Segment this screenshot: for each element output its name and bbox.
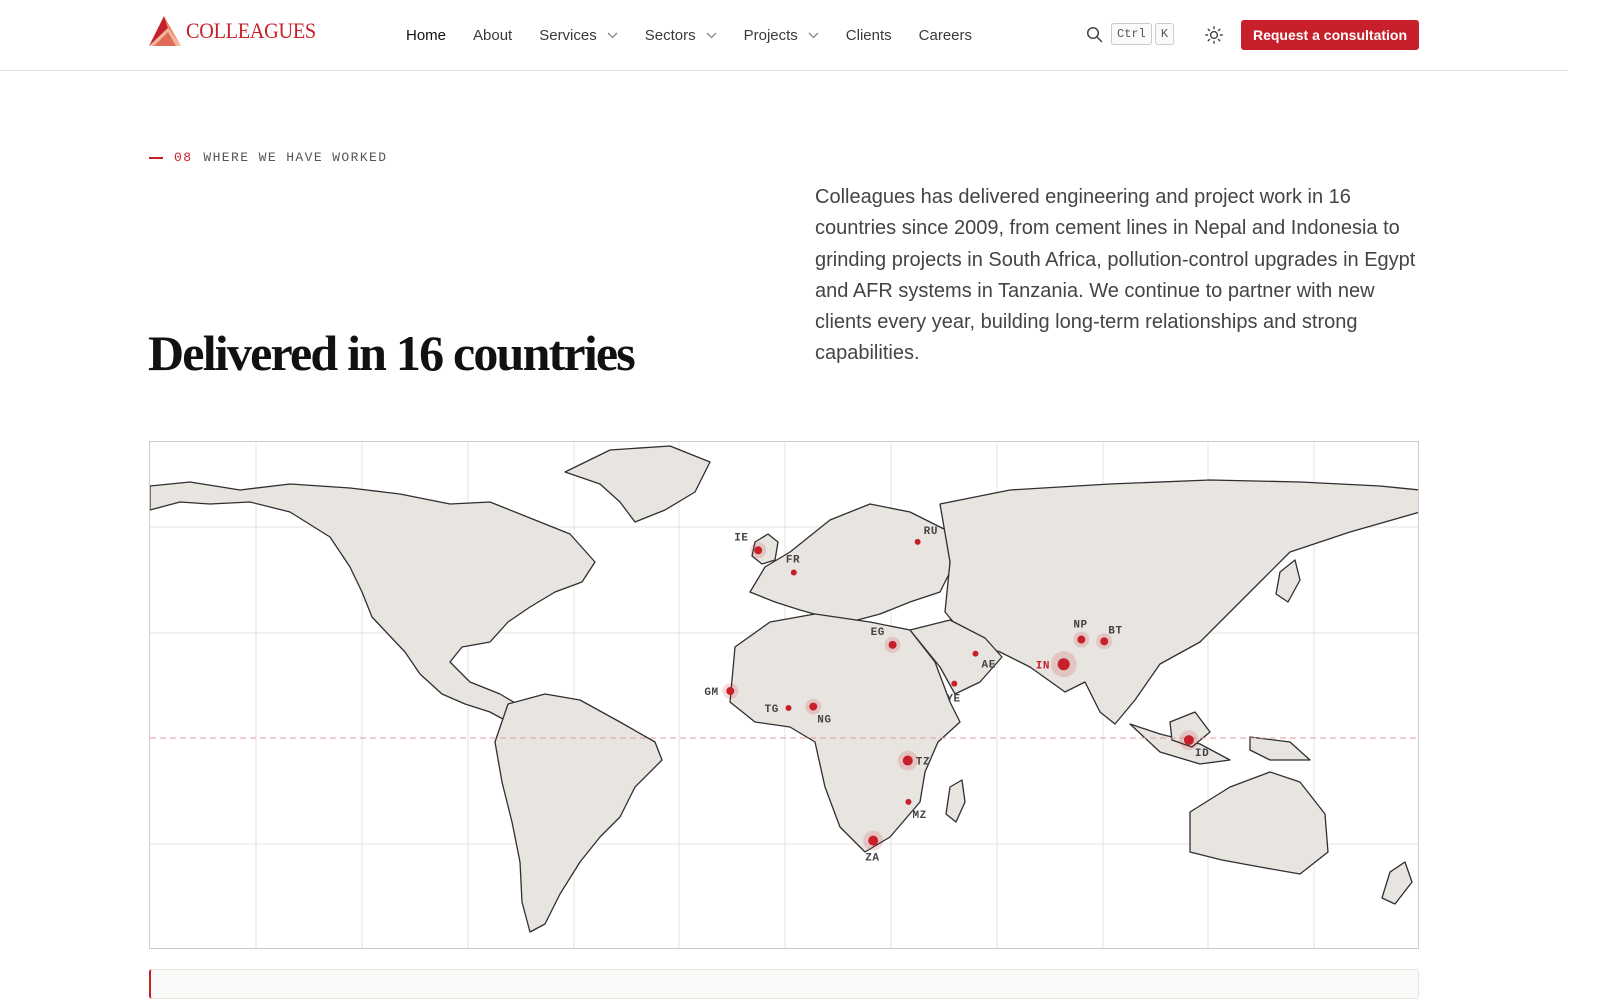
primary-nav: Home About Services Sectors Projects Cli… (406, 0, 999, 70)
nav-item-services[interactable]: Services (539, 27, 618, 44)
country-marker-tg[interactable] (785, 704, 792, 711)
country-label-in: IN (1036, 660, 1050, 672)
country-label-fr: FR (786, 555, 800, 567)
country-label-ye: YE (946, 694, 960, 706)
nav-item-sectors[interactable]: Sectors (645, 27, 717, 44)
shortcut-key-ctrl: Ctrl (1111, 23, 1152, 45)
country-marker-eg[interactable] (888, 640, 897, 649)
country-marker-gm[interactable] (726, 687, 735, 696)
chevron-down-icon (808, 32, 819, 38)
country-label-tg: TG (765, 704, 779, 716)
shortcut-key-k: K (1154, 23, 1175, 45)
top-navigation-bar: COLLEAGUES Home About Services Sectors P… (0, 0, 1568, 71)
landmass-australia (1189, 771, 1329, 875)
nav-item-projects[interactable]: Projects (744, 27, 819, 44)
world-map: IE FR RU EG AE YE IN NP BT GM TG NG TZ MZ ZA ID (149, 441, 1419, 949)
landmass-north-america (150, 481, 596, 725)
country-marker-ie[interactable] (754, 546, 763, 555)
country-marker-ye[interactable] (951, 680, 958, 687)
country-label-bt: BT (1108, 625, 1122, 637)
section-number: 08 (174, 150, 193, 165)
chevron-down-icon (607, 32, 618, 38)
brand-logo-link[interactable]: COLLEAGUES (148, 14, 327, 48)
country-label-gm: GM (704, 687, 718, 699)
nav-item-label: Sectors (644, 26, 696, 44)
country-label-za: ZA (865, 853, 879, 865)
country-marker-np[interactable] (1077, 635, 1086, 644)
country-marker-fr[interactable] (790, 569, 797, 576)
world-map-canvas: IE FR RU EG AE YE IN NP BT GM TG NG TZ MZ ZA ID (150, 442, 1418, 948)
nav-item-careers[interactable]: Careers (919, 27, 972, 44)
landmass-new-zealand (1381, 861, 1413, 905)
country-label-ie: IE (734, 532, 748, 544)
country-marker-in[interactable] (1057, 658, 1070, 671)
country-marker-mz[interactable] (905, 798, 912, 805)
country-marker-id[interactable] (1183, 735, 1194, 746)
nav-item-label: Careers (918, 26, 973, 44)
nav-item-label: About (473, 26, 513, 44)
section-eyebrow-label: WHERE WE HAVE WORKED (203, 150, 388, 165)
nav-item-label: Clients (845, 26, 892, 44)
nav-item-home[interactable]: Home (406, 27, 446, 44)
landmass-europe (749, 503, 951, 623)
country-label-ae: AE (982, 660, 996, 672)
chevron-down-icon (706, 32, 717, 38)
section-eyebrow: 08 WHERE WE HAVE WORKED (149, 150, 387, 165)
sun-icon[interactable] (1205, 26, 1223, 44)
nav-item-label: Services (539, 26, 597, 44)
triangular-peak-logo-icon (149, 16, 181, 46)
country-marker-tz[interactable] (902, 755, 913, 766)
search-icon (1086, 26, 1103, 42)
nav-item-label: Projects (743, 26, 798, 44)
landmass-south-america (494, 693, 663, 933)
landmass-madagascar (945, 779, 966, 823)
country-label-tz: TZ (916, 757, 930, 769)
country-label-ru: RU (924, 526, 938, 538)
next-section-card (149, 969, 1419, 999)
country-label-mz: MZ (912, 810, 926, 822)
country-marker-ae[interactable] (972, 650, 979, 657)
section-headline: Delivered in 16 countries (148, 325, 636, 381)
nav-item-clients[interactable]: Clients (846, 27, 892, 44)
landmass-greenland (564, 445, 711, 523)
country-marker-ru[interactable] (914, 538, 921, 545)
search-trigger[interactable]: Ctrl K (1086, 23, 1175, 45)
section-lede: Colleagues has delivered engineering and… (815, 186, 1416, 365)
country-label-id: ID (1195, 748, 1209, 760)
nav-item-label: Home (406, 26, 447, 44)
country-marker-za[interactable] (868, 835, 879, 846)
country-label-eg: EG (871, 627, 885, 639)
eyebrow-dash (149, 156, 163, 159)
request-consultation-button[interactable]: Request a consultation (1241, 20, 1419, 50)
country-marker-bt[interactable] (1100, 637, 1109, 646)
country-label-np: NP (1073, 620, 1087, 632)
brand-name: COLLEAGUES (186, 18, 316, 43)
country-marker-ng[interactable] (809, 702, 818, 711)
nav-item-about[interactable]: About (473, 27, 512, 44)
landmass-asia (939, 479, 1418, 725)
landmass-japan (1275, 559, 1301, 603)
landmass-new-guinea (1249, 736, 1311, 761)
country-label-ng: NG (817, 715, 831, 727)
